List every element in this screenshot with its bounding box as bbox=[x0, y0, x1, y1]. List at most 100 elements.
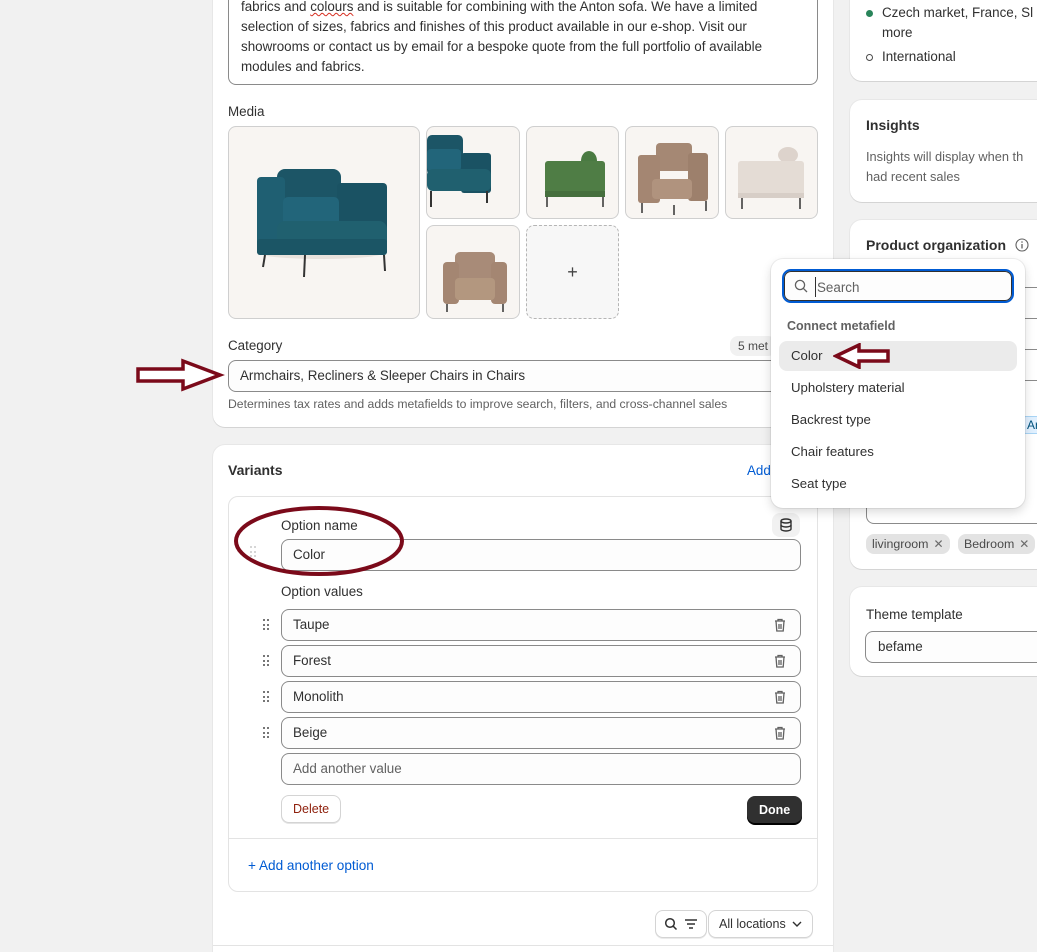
drag-handle-icon[interactable] bbox=[263, 727, 271, 739]
option-value-text: Beige bbox=[293, 725, 328, 740]
option-value-text: Monolith bbox=[293, 689, 344, 704]
markets-card: Czech market, France, Sl more Internatio… bbox=[850, 0, 1037, 81]
media-label: Media bbox=[228, 104, 265, 119]
drag-handle-icon[interactable] bbox=[263, 655, 271, 667]
tag-label: livingroom bbox=[872, 537, 929, 551]
description-text: fabrics and colours and is suitable for … bbox=[241, 0, 811, 77]
variants-title: Variants bbox=[228, 462, 283, 478]
desc-line-3: showrooms or contact us by email for a b… bbox=[241, 39, 763, 54]
theme-template-label: Theme template bbox=[866, 607, 963, 622]
metafield-option-chair-features[interactable]: Chair features bbox=[779, 437, 1017, 467]
add-another-option-link[interactable]: + Add another option bbox=[248, 858, 374, 873]
market-item: Czech market, France, Sl bbox=[882, 5, 1034, 20]
metafields-count-badge: 5 met bbox=[730, 336, 777, 356]
product-details-card: fabrics and colours and is suitable for … bbox=[213, 0, 833, 427]
theme-template-card: Theme template befame bbox=[850, 587, 1037, 676]
done-button[interactable]: Done bbox=[747, 796, 803, 824]
metafield-option-upholstery[interactable]: Upholstery material bbox=[779, 373, 1017, 403]
market-active-dot bbox=[866, 10, 873, 17]
trash-icon[interactable] bbox=[773, 617, 787, 633]
option-value-text: Forest bbox=[293, 653, 331, 668]
database-icon bbox=[780, 518, 792, 532]
media-item-3[interactable] bbox=[526, 126, 619, 219]
metafield-option-backrest[interactable]: Backrest type bbox=[779, 405, 1017, 435]
add-value-input[interactable]: Add another value bbox=[281, 753, 801, 785]
tag-chip: Bedroom ✕ bbox=[958, 534, 1036, 554]
divider bbox=[229, 838, 817, 839]
option-value-input[interactable]: Forest bbox=[281, 645, 801, 677]
popover-section-title: Connect metafield bbox=[787, 319, 896, 333]
chevron-down-icon bbox=[792, 921, 802, 927]
insights-text: Insights will display when th bbox=[866, 149, 1024, 164]
theme-template-select[interactable]: befame bbox=[865, 631, 1037, 663]
annotation-arrow-right-icon bbox=[136, 358, 225, 392]
desc-line-2: selection of sizes, fabrics and finishes… bbox=[241, 19, 747, 34]
input-border bbox=[1025, 380, 1037, 381]
tag-label: Bedroom bbox=[964, 537, 1015, 551]
metafield-option-seat-type[interactable]: Seat type bbox=[779, 469, 1017, 499]
drag-handle-icon[interactable] bbox=[263, 619, 271, 631]
taupe-leather-armchair-image bbox=[443, 252, 507, 312]
taupe-armchair-image bbox=[638, 143, 708, 215]
add-media-button[interactable]: + bbox=[526, 225, 619, 319]
trash-icon[interactable] bbox=[773, 653, 787, 669]
category-label: Category bbox=[228, 338, 283, 353]
market-inactive-dot bbox=[866, 54, 873, 61]
insights-title: Insights bbox=[866, 117, 920, 133]
add-variant-link[interactable]: Add bbox=[747, 463, 771, 478]
teal-armchair-closeup-image bbox=[427, 135, 491, 207]
divider bbox=[213, 945, 833, 946]
metafield-option-color[interactable]: Color bbox=[779, 341, 1017, 371]
search-filter-button[interactable] bbox=[655, 910, 707, 938]
option-name-label: Option name bbox=[281, 518, 358, 533]
category-input[interactable]: Armchairs, Recliners & Sleeper Chairs in… bbox=[228, 360, 818, 392]
drag-handle-icon[interactable] bbox=[263, 691, 271, 703]
trash-icon[interactable] bbox=[773, 725, 787, 741]
teal-armchair-image bbox=[257, 169, 387, 278]
media-item-4[interactable] bbox=[625, 126, 719, 219]
misspelled-word: colours bbox=[310, 0, 354, 14]
input-border bbox=[1025, 318, 1037, 319]
tag-chip: livingroom ✕ bbox=[866, 534, 950, 554]
input-border bbox=[1025, 287, 1037, 288]
option-value-input[interactable]: Beige bbox=[281, 717, 801, 749]
trash-icon[interactable] bbox=[773, 689, 787, 705]
option-editor: Option name Color Option values Taupe Fo… bbox=[228, 496, 818, 892]
option-value-input[interactable]: Monolith bbox=[281, 681, 801, 713]
option-name-input[interactable]: Color bbox=[281, 539, 801, 571]
option-values-label: Option values bbox=[281, 584, 363, 599]
green-armchair-image bbox=[545, 151, 605, 207]
input-border bbox=[1025, 349, 1037, 350]
market-item: International bbox=[882, 49, 956, 64]
description-editor[interactable]: fabrics and colours and is suitable for … bbox=[228, 0, 818, 85]
info-icon[interactable] bbox=[1015, 238, 1029, 252]
remove-tag-icon[interactable]: ✕ bbox=[933, 534, 943, 554]
market-item-more: more bbox=[882, 25, 913, 40]
search-icon bbox=[664, 917, 678, 931]
desc-line-1a: fabrics and bbox=[241, 0, 311, 14]
desc-line-1b: and is suitable for combining with the A… bbox=[353, 0, 758, 14]
media-item-main[interactable] bbox=[228, 126, 420, 319]
metafield-search-input[interactable] bbox=[815, 277, 1005, 297]
category-help-text: Determines tax rates and adds metafields… bbox=[228, 397, 728, 411]
product-organization-title: Product organization bbox=[866, 237, 1006, 253]
search-icon bbox=[794, 279, 808, 293]
metafield-search-box[interactable] bbox=[782, 269, 1014, 303]
delete-option-button[interactable]: Delete bbox=[281, 795, 342, 823]
option-value-text: Taupe bbox=[293, 617, 330, 632]
desc-line-4: modules and fabrics. bbox=[241, 59, 365, 74]
media-item-2[interactable] bbox=[426, 126, 520, 219]
beige-armchair-image bbox=[738, 147, 804, 209]
locations-label: All locations bbox=[719, 917, 786, 931]
connect-metafield-button[interactable] bbox=[772, 513, 800, 537]
connect-metafield-popover: Connect metafield Color Upholstery mater… bbox=[771, 259, 1025, 508]
option-value-input[interactable]: Taupe bbox=[281, 609, 801, 641]
drag-handle-icon[interactable] bbox=[250, 546, 258, 558]
locations-select[interactable]: All locations bbox=[708, 910, 813, 938]
media-item-6[interactable] bbox=[426, 225, 520, 319]
insights-text: had recent sales bbox=[866, 169, 960, 184]
plus-icon: + bbox=[567, 261, 578, 282]
remove-tag-icon[interactable]: ✕ bbox=[1019, 534, 1029, 554]
media-item-5[interactable] bbox=[725, 126, 818, 219]
variants-card: Variants Add Option name Color Option va… bbox=[213, 445, 833, 952]
